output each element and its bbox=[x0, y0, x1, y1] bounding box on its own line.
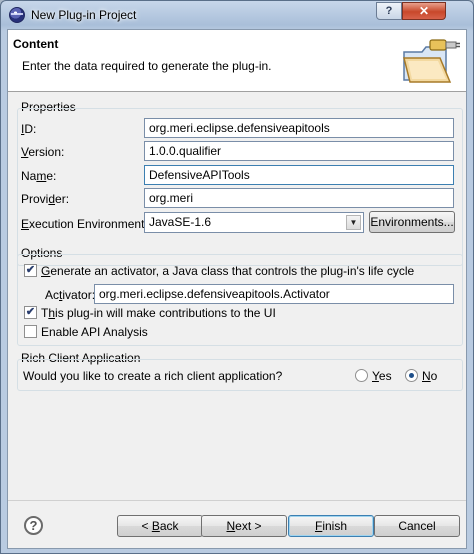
activator-label: Activator: bbox=[45, 288, 96, 302]
version-input[interactable]: 1.0.0.qualifier bbox=[144, 141, 454, 161]
footer-separator bbox=[8, 500, 466, 501]
help-icon[interactable]: ? bbox=[24, 516, 43, 535]
provider-label: Provider: bbox=[21, 192, 70, 206]
window-title: New Plug-in Project bbox=[31, 8, 137, 22]
execution-environment-combo[interactable]: JavaSE-1.6 ▼ bbox=[144, 212, 364, 233]
eclipse-icon bbox=[9, 7, 25, 23]
id-label: ID: bbox=[21, 122, 37, 136]
back-button[interactable]: < Back bbox=[117, 515, 203, 537]
window-close-button[interactable]: ✕ bbox=[402, 2, 446, 20]
new-plugin-project-window: New Plug-in Project ? ✕ Content Enter th… bbox=[0, 0, 474, 554]
name-label: Name: bbox=[21, 169, 57, 183]
execution-environment-value: JavaSE-1.6 bbox=[149, 215, 212, 229]
title-bar[interactable]: New Plug-in Project ? ✕ bbox=[1, 1, 473, 29]
wizard-header: Content Enter the data required to gener… bbox=[8, 30, 466, 92]
execution-environment-label: Execution Environment: bbox=[21, 217, 148, 231]
rich-client-yes-radio[interactable] bbox=[355, 369, 368, 382]
finish-button[interactable]: Finish bbox=[288, 515, 374, 537]
version-label: Version: bbox=[21, 145, 65, 159]
window-help-button[interactable]: ? bbox=[376, 2, 402, 20]
rich-client-no-radio[interactable] bbox=[405, 369, 418, 382]
generate-activator-label[interactable]: Generate an activator, a Java class that… bbox=[41, 264, 414, 278]
provider-input[interactable]: org.meri bbox=[144, 188, 454, 208]
id-input[interactable]: org.meri.eclipse.defensiveapitools bbox=[144, 118, 454, 138]
activator-input[interactable]: org.meri.eclipse.defensiveapitools.Activ… bbox=[94, 284, 454, 304]
next-button[interactable]: Next > bbox=[201, 515, 287, 537]
rich-client-yes-label[interactable]: Yes bbox=[372, 369, 392, 383]
name-input[interactable]: DefensiveAPITools bbox=[144, 165, 454, 185]
folder-plugin-icon bbox=[403, 39, 460, 83]
environments-button[interactable]: Environments... bbox=[369, 211, 455, 233]
dialog-client-area: Content Enter the data required to gener… bbox=[7, 29, 467, 549]
chevron-down-icon[interactable]: ▼ bbox=[346, 215, 361, 230]
api-analysis-checkbox[interactable] bbox=[24, 325, 37, 338]
generate-activator-checkbox[interactable]: ✔ bbox=[24, 264, 37, 277]
ui-contributions-checkbox[interactable]: ✔ bbox=[24, 306, 37, 319]
rich-client-no-label[interactable]: No bbox=[422, 369, 437, 383]
page-description: Enter the data required to generate the … bbox=[22, 59, 272, 73]
cancel-button[interactable]: Cancel bbox=[374, 515, 460, 537]
api-analysis-label[interactable]: Enable API Analysis bbox=[41, 325, 148, 339]
page-title: Content bbox=[13, 37, 59, 51]
rich-client-question: Would you like to create a rich client a… bbox=[23, 369, 283, 383]
ui-contributions-label[interactable]: This plug-in will make contributions to … bbox=[41, 306, 276, 320]
